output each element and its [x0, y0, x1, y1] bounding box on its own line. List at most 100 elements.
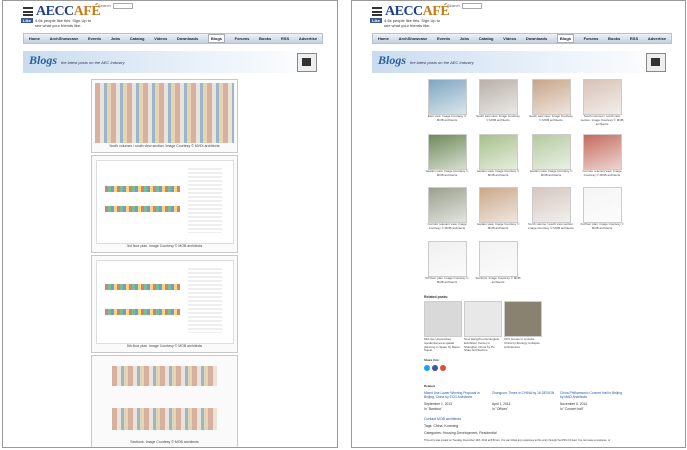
gallery-thumbnail[interactable]: [479, 79, 518, 115]
gallery-caption: Garden view. Image Courtesy © MOB archit…: [476, 169, 520, 177]
figure-facade[interactable]: North volumes / south view section. Imag…: [91, 79, 238, 153]
gallery-caption: Corridor relevant view. Image Courtesy ©…: [427, 222, 467, 230]
banner-tagline: the latest posts on the AEC Industry: [410, 60, 474, 65]
gallery-caption: Garden view. Image Courtesy © MOB archit…: [476, 222, 520, 230]
gallery-thumbnail[interactable]: [428, 134, 467, 170]
gallery-thumbnail[interactable]: [428, 79, 467, 115]
nav-item-archshowcase[interactable]: ArchShowcase: [50, 36, 79, 41]
blogs-banner: Blogs the latest posts on the AEC Indust…: [23, 51, 321, 73]
contact-link[interactable]: Contact MOB architects: [424, 417, 461, 421]
related-post-title[interactable]: Mixed Use Lower Winning Proposal in Beij…: [424, 391, 488, 399]
gallery-thumbnail[interactable]: [583, 79, 622, 115]
main-nav: Home ArchShowcase Events Jobs Catalog Videos D…: [372, 33, 672, 44]
related-post-thumbnail[interactable]: [424, 301, 462, 337]
figure-caption: North volumes / south view section. Imag…: [109, 144, 220, 148]
plan-image: [96, 260, 234, 344]
hamburger-menu-icon[interactable]: [372, 7, 382, 16]
right-browser-panel: AECCAFÉ Search Like 4.6k people like this…: [351, 0, 686, 448]
main-nav: Home ArchShowcase Events Jobs Catalog Videos D…: [23, 33, 323, 44]
nav-item-jobs[interactable]: Jobs: [460, 36, 469, 41]
search-box[interactable]: Search: [447, 3, 482, 9]
nav-item-advertise[interactable]: Advertise: [648, 36, 666, 41]
gallery-thumbnail[interactable]: [428, 187, 467, 223]
gallery-caption: 5th floor plan. Image Courtesy © MOB arc…: [425, 276, 469, 284]
print-icon[interactable]: [646, 53, 666, 72]
nav-item-forums[interactable]: Forums: [235, 36, 250, 41]
related-post-category: In "Concert hall": [560, 407, 584, 411]
nav-item-advertise[interactable]: Advertise: [299, 36, 317, 41]
hamburger-menu-icon[interactable]: [23, 7, 33, 16]
tags-line: Tags: China, Kunming: [424, 424, 459, 428]
gallery-thumbnail[interactable]: [532, 79, 571, 115]
related-post-title[interactable]: Zhongcun: Times in CHINA by 16 DESIGN: [492, 391, 556, 395]
related-post-thumbnail[interactable]: [464, 301, 502, 337]
gallery-thumbnail[interactable]: [532, 134, 571, 170]
blogs-banner: Blogs the latest posts on the AEC Indust…: [372, 51, 670, 73]
post-footer: This entry was posted on Tuesday, Decemb…: [424, 439, 611, 442]
nav-item-videos[interactable]: Videos: [503, 36, 516, 41]
site-header: AECCAFÉ Search Like 4.6k people like this…: [3, 1, 337, 32]
related-post-caption[interactable]: Mid-rise Universities residential area s…: [424, 337, 462, 353]
nav-item-downloads[interactable]: Downloads: [526, 36, 547, 41]
nav-item-books[interactable]: Books: [259, 36, 271, 41]
gallery-caption: South east view. Image Courtesy © MOB ar…: [529, 114, 573, 122]
categories-line: Categories: Housing Development, Residen…: [424, 431, 497, 435]
nav-item-forums[interactable]: Forums: [584, 36, 599, 41]
nav-item-archshowcase[interactable]: ArchShowcase: [399, 36, 428, 41]
plan-image: [96, 160, 234, 244]
nav-item-blogs[interactable]: Blogs: [207, 34, 225, 43]
figure-sections[interactable]: Sections. Image Courtesy © MOB architect…: [91, 355, 238, 447]
twitter-share-icon[interactable]: [424, 365, 430, 371]
banner-tagline: the latest posts on the AEC Industry: [61, 60, 125, 65]
nav-item-events[interactable]: Events: [88, 36, 101, 41]
search-input[interactable]: [112, 3, 133, 9]
gallery-thumbnail[interactable]: [479, 134, 518, 170]
related-post-caption[interactable]: New Hangzhou Ecological Exhibition Cente…: [464, 337, 502, 353]
nav-item-downloads[interactable]: Downloads: [177, 36, 198, 41]
related-post-title[interactable]: China Philharmonic Concert Hall in Beiji…: [560, 391, 624, 399]
site-header: AECCAFÉ Search Like 4.6k people like this…: [352, 1, 685, 32]
gallery-caption: South east view. Image Courtesy © MOB ar…: [476, 114, 520, 122]
google-share-icon[interactable]: [440, 365, 446, 371]
related-post-thumbnail[interactable]: [504, 301, 542, 337]
gallery-thumbnail[interactable]: [428, 241, 467, 277]
nav-item-rss[interactable]: RSS: [630, 36, 638, 41]
print-icon[interactable]: [297, 53, 317, 72]
related-posts-heading: Related posts:: [424, 295, 449, 299]
banner-title: Blogs: [29, 53, 58, 67]
gallery-thumbnail[interactable]: [583, 134, 622, 170]
facade-image: [95, 83, 234, 143]
figure-caption: 3rd floor plan. Image Courtesy © MOB arc…: [126, 244, 203, 248]
nav-item-catalog[interactable]: Catalog: [479, 36, 494, 41]
search-box[interactable]: Search: [98, 3, 133, 9]
figure-caption: Sections. Image Courtesy © MOB architect…: [130, 440, 199, 444]
facebook-like-widget[interactable]: Like 4.6k people like this. Sign Up to see…: [370, 18, 440, 28]
nav-item-home[interactable]: Home: [378, 36, 389, 41]
left-browser-panel: AECCAFÉ Search Like 4.6k people like this…: [2, 0, 338, 448]
gallery-thumbnail[interactable]: [479, 187, 518, 223]
gallery-thumbnail[interactable]: [583, 187, 622, 223]
figure-plan-3rd[interactable]: 3rd floor plan. Image Courtesy © MOB arc…: [91, 155, 238, 253]
nav-item-home[interactable]: Home: [29, 36, 40, 41]
nav-item-events[interactable]: Events: [437, 36, 450, 41]
nav-item-catalog[interactable]: Catalog: [130, 36, 145, 41]
gallery-caption: Sections. Image Courtesy © MOB architect…: [475, 276, 521, 284]
facebook-like-widget[interactable]: Like 4.6k people like this. Sign Up to see…: [21, 18, 91, 28]
share-heading: Share this:: [424, 358, 440, 362]
related-post-caption[interactable]: CPC House in Linsolia, China by Ecology …: [504, 337, 542, 349]
gallery-caption: East view. Image Courtesy © MOB architec…: [427, 114, 467, 122]
figure-plan-5th[interactable]: 5th floor plan. Image Courtesy © MOB arc…: [91, 255, 238, 353]
nav-item-jobs[interactable]: Jobs: [111, 36, 120, 41]
search-input[interactable]: [461, 3, 482, 9]
gallery-thumbnail[interactable]: [532, 187, 571, 223]
nav-item-books[interactable]: Books: [608, 36, 620, 41]
related-post-date: April 1, 2014: [492, 402, 511, 406]
nav-item-videos[interactable]: Videos: [154, 36, 167, 41]
section-image-top: [112, 366, 217, 386]
gallery-thumbnail[interactable]: [479, 241, 518, 277]
nav-item-rss[interactable]: RSS: [281, 36, 289, 41]
gallery-caption: North volume / south view section. Image…: [528, 222, 574, 230]
facebook-share-icon[interactable]: [432, 365, 438, 371]
nav-item-blogs[interactable]: Blogs: [556, 34, 574, 43]
related-heading: Related: [424, 384, 435, 388]
